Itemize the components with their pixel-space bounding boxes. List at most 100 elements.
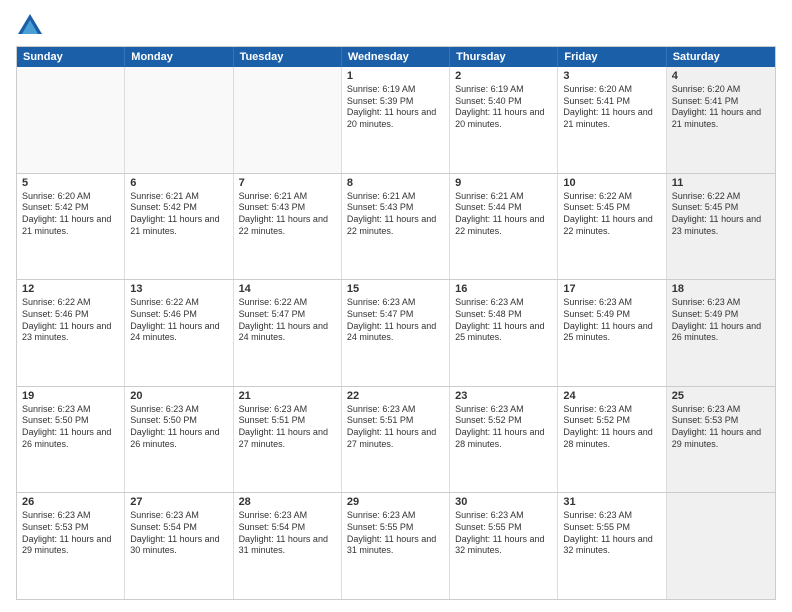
day-number: 13: [130, 283, 227, 295]
day-number: 2: [455, 70, 552, 82]
header-day: Saturday: [667, 47, 775, 67]
cell-details: Sunrise: 6:20 AMSunset: 5:42 PMDaylight:…: [22, 191, 119, 238]
cell-details: Sunrise: 6:23 AMSunset: 5:49 PMDaylight:…: [672, 297, 770, 344]
calendar: SundayMondayTuesdayWednesdayThursdayFrid…: [16, 46, 776, 600]
cell-details: Sunrise: 6:23 AMSunset: 5:54 PMDaylight:…: [130, 510, 227, 557]
day-number: 5: [22, 177, 119, 189]
cell-details: Sunrise: 6:23 AMSunset: 5:52 PMDaylight:…: [455, 404, 552, 451]
calendar-cell: 4 Sunrise: 6:20 AMSunset: 5:41 PMDaylight…: [667, 67, 775, 173]
day-number: 26: [22, 496, 119, 508]
calendar-cell: 24 Sunrise: 6:23 AMSunset: 5:52 PMDayligh…: [558, 387, 666, 493]
header-day: Friday: [558, 47, 666, 67]
cell-details: Sunrise: 6:23 AMSunset: 5:49 PMDaylight:…: [563, 297, 660, 344]
cell-details: Sunrise: 6:21 AMSunset: 5:44 PMDaylight:…: [455, 191, 552, 238]
day-number: 1: [347, 70, 444, 82]
calendar-cell: 26 Sunrise: 6:23 AMSunset: 5:53 PMDayligh…: [17, 493, 125, 599]
calendar-cell: 14Sunrise: 6:22 AMSunset: 5:47 PMDayligh…: [234, 280, 342, 386]
day-number: 9: [455, 177, 552, 189]
day-number: 24: [563, 390, 660, 402]
day-number: 23: [455, 390, 552, 402]
calendar-cell: 8 Sunrise: 6:21 AMSunset: 5:43 PMDaylight…: [342, 174, 450, 280]
cell-details: Sunrise: 6:23 AMSunset: 5:47 PMDaylight:…: [347, 297, 444, 344]
calendar-cell: 3 Sunrise: 6:20 AMSunset: 5:41 PMDaylight…: [558, 67, 666, 173]
day-number: 29: [347, 496, 444, 508]
logo: [16, 12, 48, 40]
calendar-cell: 13 Sunrise: 6:22 AMSunset: 5:46 PMDayligh…: [125, 280, 233, 386]
cell-details: Sunrise: 6:22 AMSunset: 5:45 PMDaylight:…: [672, 191, 770, 238]
day-number: 8: [347, 177, 444, 189]
cell-details: Sunrise: 6:20 AMSunset: 5:41 PMDaylight:…: [672, 84, 770, 131]
calendar-cell: 6 Sunrise: 6:21 AMSunset: 5:42 PMDaylight…: [125, 174, 233, 280]
cell-details: Sunrise: 6:23 AMSunset: 5:51 PMDaylight:…: [347, 404, 444, 451]
day-number: 21: [239, 390, 336, 402]
calendar-week: 26 Sunrise: 6:23 AMSunset: 5:53 PMDayligh…: [17, 493, 775, 599]
header-day: Sunday: [17, 47, 125, 67]
calendar-cell: 15 Sunrise: 6:23 AMSunset: 5:47 PMDayligh…: [342, 280, 450, 386]
cell-details: Sunrise: 6:19 AMSunset: 5:39 PMDaylight:…: [347, 84, 444, 131]
calendar-cell: 20 Sunrise: 6:23 AMSunset: 5:50 PMDayligh…: [125, 387, 233, 493]
calendar-week: 19 Sunrise: 6:23 AMSunset: 5:50 PMDayligh…: [17, 387, 775, 494]
header: [16, 12, 776, 40]
logo-icon: [16, 12, 44, 40]
day-number: 18: [672, 283, 770, 295]
calendar-cell: 30 Sunrise: 6:23 AMSunset: 5:55 PMDayligh…: [450, 493, 558, 599]
cell-details: Sunrise: 6:22 AMSunset: 5:45 PMDaylight:…: [563, 191, 660, 238]
calendar-cell: [667, 493, 775, 599]
calendar-cell: 10 Sunrise: 6:22 AMSunset: 5:45 PMDayligh…: [558, 174, 666, 280]
day-number: 11: [672, 177, 770, 189]
cell-details: Sunrise: 6:23 AMSunset: 5:50 PMDaylight:…: [130, 404, 227, 451]
cell-details: Sunrise: 6:23 AMSunset: 5:55 PMDaylight:…: [455, 510, 552, 557]
cell-details: Sunrise: 6:21 AMSunset: 5:43 PMDaylight:…: [239, 191, 336, 238]
calendar-cell: 19 Sunrise: 6:23 AMSunset: 5:50 PMDayligh…: [17, 387, 125, 493]
calendar-cell: 9 Sunrise: 6:21 AMSunset: 5:44 PMDaylight…: [450, 174, 558, 280]
calendar-cell: [125, 67, 233, 173]
cell-details: Sunrise: 6:23 AMSunset: 5:48 PMDaylight:…: [455, 297, 552, 344]
cell-details: Sunrise: 6:23 AMSunset: 5:52 PMDaylight:…: [563, 404, 660, 451]
day-number: 22: [347, 390, 444, 402]
calendar-cell: 21 Sunrise: 6:23 AMSunset: 5:51 PMDayligh…: [234, 387, 342, 493]
cell-details: Sunrise: 6:22 AMSunset: 5:46 PMDaylight:…: [22, 297, 119, 344]
cell-details: Sunrise: 6:23 AMSunset: 5:54 PMDaylight:…: [239, 510, 336, 557]
day-number: 3: [563, 70, 660, 82]
day-number: 4: [672, 70, 770, 82]
calendar-cell: 17 Sunrise: 6:23 AMSunset: 5:49 PMDayligh…: [558, 280, 666, 386]
day-number: 6: [130, 177, 227, 189]
header-day: Thursday: [450, 47, 558, 67]
day-number: 10: [563, 177, 660, 189]
day-number: 17: [563, 283, 660, 295]
calendar-cell: 2 Sunrise: 6:19 AMSunset: 5:40 PMDaylight…: [450, 67, 558, 173]
calendar-page: SundayMondayTuesdayWednesdayThursdayFrid…: [0, 0, 792, 612]
cell-details: Sunrise: 6:23 AMSunset: 5:53 PMDaylight:…: [22, 510, 119, 557]
day-number: 14: [239, 283, 336, 295]
day-number: 28: [239, 496, 336, 508]
calendar-week: 1 Sunrise: 6:19 AMSunset: 5:39 PMDaylight…: [17, 67, 775, 174]
cell-details: Sunrise: 6:23 AMSunset: 5:50 PMDaylight:…: [22, 404, 119, 451]
cell-details: Sunrise: 6:19 AMSunset: 5:40 PMDaylight:…: [455, 84, 552, 131]
cell-details: Sunrise: 6:23 AMSunset: 5:55 PMDaylight:…: [563, 510, 660, 557]
cell-details: Sunrise: 6:21 AMSunset: 5:43 PMDaylight:…: [347, 191, 444, 238]
day-number: 7: [239, 177, 336, 189]
day-number: 19: [22, 390, 119, 402]
day-number: 31: [563, 496, 660, 508]
day-number: 16: [455, 283, 552, 295]
calendar-cell: 7 Sunrise: 6:21 AMSunset: 5:43 PMDaylight…: [234, 174, 342, 280]
cell-details: Sunrise: 6:22 AMSunset: 5:46 PMDaylight:…: [130, 297, 227, 344]
calendar-cell: 12 Sunrise: 6:22 AMSunset: 5:46 PMDayligh…: [17, 280, 125, 386]
calendar-cell: 1 Sunrise: 6:19 AMSunset: 5:39 PMDaylight…: [342, 67, 450, 173]
calendar-cell: 23 Sunrise: 6:23 AMSunset: 5:52 PMDayligh…: [450, 387, 558, 493]
calendar-header: SundayMondayTuesdayWednesdayThursdayFrid…: [17, 47, 775, 67]
day-number: 20: [130, 390, 227, 402]
day-number: 30: [455, 496, 552, 508]
cell-details: Sunrise: 6:23 AMSunset: 5:51 PMDaylight:…: [239, 404, 336, 451]
calendar-cell: 16 Sunrise: 6:23 AMSunset: 5:48 PMDayligh…: [450, 280, 558, 386]
day-number: 27: [130, 496, 227, 508]
calendar-cell: 18 Sunrise: 6:23 AMSunset: 5:49 PMDayligh…: [667, 280, 775, 386]
header-day: Tuesday: [234, 47, 342, 67]
cell-details: Sunrise: 6:20 AMSunset: 5:41 PMDaylight:…: [563, 84, 660, 131]
day-number: 12: [22, 283, 119, 295]
cell-details: Sunrise: 6:21 AMSunset: 5:42 PMDaylight:…: [130, 191, 227, 238]
day-number: 15: [347, 283, 444, 295]
header-day: Monday: [125, 47, 233, 67]
header-day: Wednesday: [342, 47, 450, 67]
calendar-body: 1 Sunrise: 6:19 AMSunset: 5:39 PMDaylight…: [17, 67, 775, 599]
